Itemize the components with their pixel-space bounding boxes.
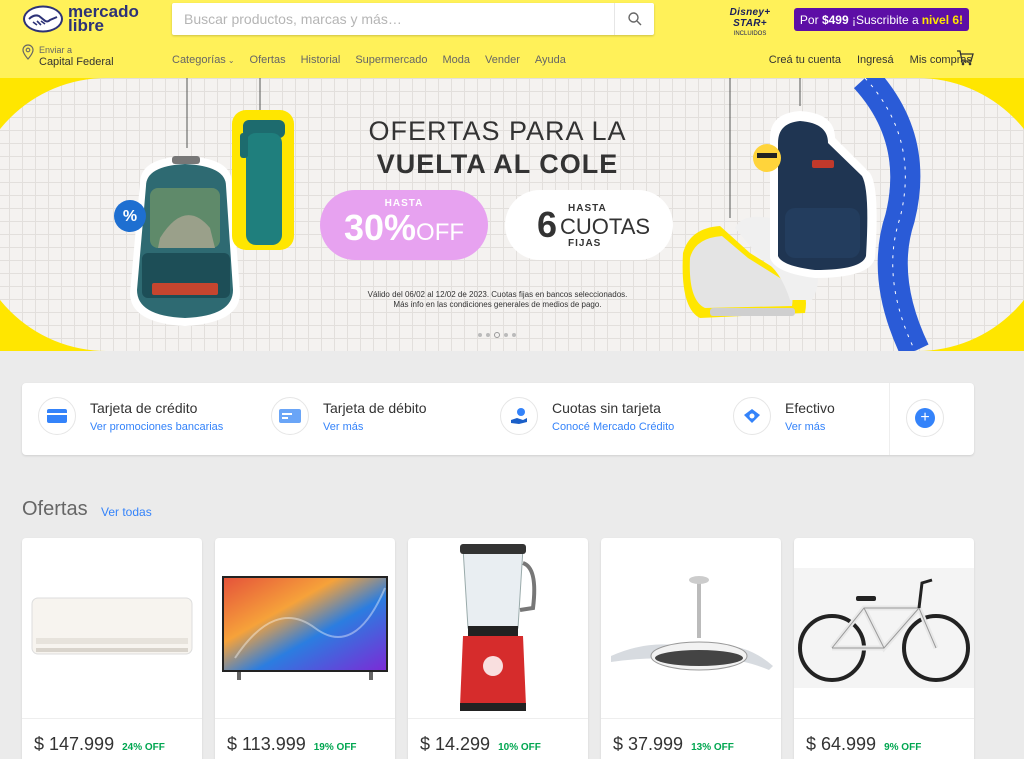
nav-historial[interactable]: Historial xyxy=(301,54,341,66)
discount-value: 30% xyxy=(343,207,417,248)
location-pin-icon xyxy=(22,44,34,60)
product-card[interactable]: $ 37.999 13% OFF xyxy=(601,538,781,759)
blender-image xyxy=(460,544,537,711)
create-account-link[interactable]: Creá tu cuenta xyxy=(769,54,841,66)
hero-title-line1: OFERTAS PARA LA xyxy=(368,116,627,146)
nav-vender[interactable]: Vender xyxy=(485,54,520,66)
payment-title: Tarjeta de crédito xyxy=(90,399,198,416)
product-price: $ 147.999 xyxy=(34,734,115,754)
promo-level: nivel 6! xyxy=(921,12,964,27)
blue-backpack-icon xyxy=(753,111,877,278)
main-nav: Categorías ⌄ Ofertas Historial Supermerca… xyxy=(172,54,566,66)
location-label: Enviar a xyxy=(39,45,73,55)
hero-legal-text: Válido del 06/02 al 12/02 de 2023. Cuota… xyxy=(367,290,628,309)
disney-star-title: Disney+ STAR+ xyxy=(729,7,771,29)
carousel-dot[interactable] xyxy=(512,333,516,337)
discount-pill: HASTA 30%OFF xyxy=(320,190,488,260)
payment-link[interactable]: Ver promociones bancarias xyxy=(90,421,223,433)
hero-title: OFERTAS PARA LA VUELTA AL COLE xyxy=(320,116,675,180)
product-discount: 19% OFF xyxy=(313,742,357,753)
product-price: $ 113.999 xyxy=(227,734,306,754)
subscription-promo-button[interactable]: Por $499 ¡Suscribite a nivel 6! xyxy=(794,8,969,31)
product-discount: 10% OFF xyxy=(498,742,541,753)
payment-divider xyxy=(889,383,890,455)
handshake-logo-icon xyxy=(23,5,63,33)
payment-title: Tarjeta de débito xyxy=(323,399,427,416)
offers-title: Ofertas xyxy=(22,498,88,520)
hero-title-line2: VUELTA AL COLE xyxy=(376,149,619,179)
payment-link[interactable]: Conocé Mercado Crédito xyxy=(552,421,674,433)
payment-installments[interactable]: Cuotas sin tarjeta Conocé Mercado Crédit… xyxy=(500,397,674,435)
installments-fijas: FIJAS xyxy=(568,238,602,249)
more-payments-button[interactable]: + xyxy=(906,399,944,437)
product-price: $ 37.999 xyxy=(613,734,684,754)
product-card[interactable]: $ 64.999 9% OFF xyxy=(794,538,974,759)
search-button[interactable] xyxy=(614,3,654,35)
carousel-dot[interactable] xyxy=(478,333,482,337)
product-discount: 24% OFF xyxy=(122,742,165,753)
bicycle-image xyxy=(794,568,974,688)
discount-off: OFF xyxy=(416,219,465,246)
nav-ofertas[interactable]: Ofertas xyxy=(250,54,286,66)
payment-debit-card[interactable]: Tarjeta de débito Ver más xyxy=(271,397,427,435)
hand-coin-icon xyxy=(500,397,538,435)
product-card[interactable]: $ 14.299 10% OFF xyxy=(408,538,588,759)
nav-moda[interactable]: Moda xyxy=(442,54,470,66)
nav-supermercado[interactable]: Supermercado xyxy=(355,54,427,66)
cart-icon[interactable] xyxy=(956,50,974,66)
payment-title: Efectivo xyxy=(785,399,835,416)
installments-number: 6 xyxy=(537,204,558,245)
product-discount: 9% OFF xyxy=(884,742,922,753)
chevron-down-icon: ⌄ xyxy=(227,56,235,65)
dino-backpack-icon: % xyxy=(114,156,240,326)
login-link[interactable]: Ingresá xyxy=(857,54,894,66)
search-bar xyxy=(172,3,654,35)
product-price: $ 64.999 xyxy=(806,734,877,754)
carousel-dot[interactable] xyxy=(486,333,490,337)
mercadolibre-logo[interactable]: mercado libre xyxy=(22,3,139,35)
plus-icon: + xyxy=(915,408,935,428)
nav-categorias[interactable]: Categorías ⌄ xyxy=(172,54,235,66)
promo-prefix: Por xyxy=(799,12,819,27)
site-header: mercado libre Disney+ STAR+ INCLUIDOS Po… xyxy=(0,0,1024,78)
smart-tv-image xyxy=(222,576,388,680)
disney-star-sub: INCLUIDOS xyxy=(733,31,767,37)
nav-ayuda[interactable]: Ayuda xyxy=(535,54,566,66)
offers-see-all-link[interactable]: Ver todas xyxy=(101,505,152,519)
ceiling-fan-image xyxy=(611,576,773,671)
installments-hasta: HASTA xyxy=(568,203,607,214)
debit-card-icon xyxy=(271,397,309,435)
payment-methods-bar: Tarjeta de crédito Ver promociones banca… xyxy=(22,383,974,455)
search-icon xyxy=(627,12,641,26)
air-conditioner-image xyxy=(31,597,193,655)
installments-pill: 6 HASTA CUOTAS FIJAS xyxy=(505,190,673,260)
hero-banner[interactable]: % OFERTAS PARA LA VUELTA AL COLE HASTA 3… xyxy=(0,78,1024,351)
product-card[interactable]: $ 147.999 24% OFF xyxy=(22,538,202,759)
credit-card-icon xyxy=(38,397,76,435)
product-card[interactable]: $ 113.999 19% OFF xyxy=(215,538,395,759)
installments-word: CUOTAS xyxy=(560,214,651,239)
account-nav: Creá tu cuenta Ingresá Mis compras xyxy=(769,54,972,66)
product-price: $ 14.299 xyxy=(420,734,491,754)
promo-price: $499 xyxy=(821,12,849,27)
water-bottle-icon xyxy=(232,110,294,250)
payment-link[interactable]: Ver más xyxy=(323,421,427,433)
svg-text:%: % xyxy=(123,208,137,225)
shipping-location[interactable]: Enviar a Capital Federal xyxy=(22,44,114,68)
payment-credit-card[interactable]: Tarjeta de crédito Ver promociones banca… xyxy=(38,397,223,435)
payment-link[interactable]: Ver más xyxy=(785,421,835,433)
logo-text-line2: libre xyxy=(68,16,104,35)
carousel-dot-active[interactable] xyxy=(494,332,500,338)
search-input[interactable] xyxy=(172,3,614,35)
promo-text: ¡Suscribite a xyxy=(852,12,919,27)
payment-cash[interactable]: Efectivo Ver más xyxy=(733,397,835,435)
payment-title: Cuotas sin tarjeta xyxy=(552,399,661,416)
product-discount: 13% OFF xyxy=(691,742,734,753)
location-value: Capital Federal xyxy=(39,56,114,68)
cash-icon xyxy=(733,397,771,435)
disney-star-badge[interactable]: Disney+ STAR+ INCLUIDOS xyxy=(712,7,788,37)
carousel-dots xyxy=(478,332,516,338)
carousel-dot[interactable] xyxy=(504,333,508,337)
